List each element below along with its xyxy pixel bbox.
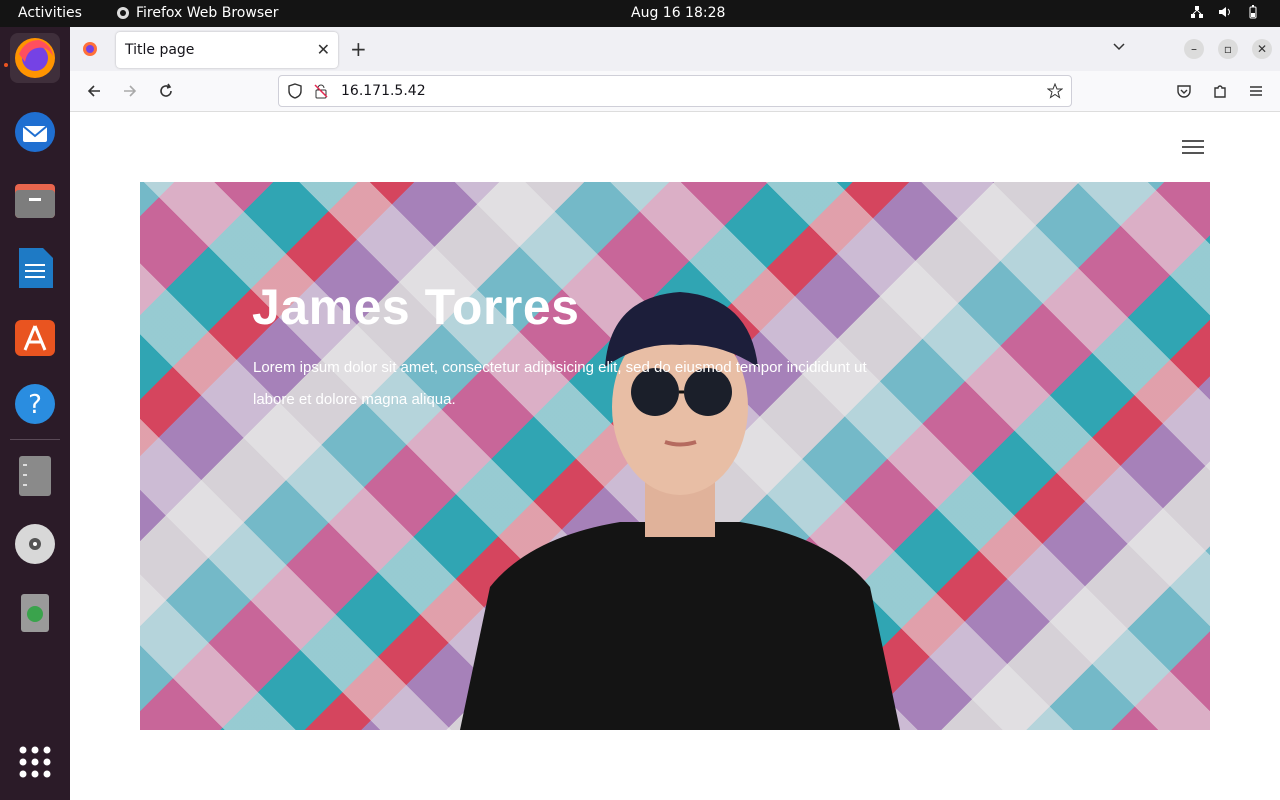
close-tab-icon[interactable]: ✕: [317, 40, 330, 59]
firefox-small-icon: [117, 7, 129, 19]
url-bar[interactable]: 16.171.5.42: [278, 75, 1072, 107]
insecure-lock-icon[interactable]: [313, 83, 329, 103]
dock-help[interactable]: ?: [10, 379, 60, 429]
dock-disc[interactable]: [10, 519, 60, 569]
dock-app-center[interactable]: [10, 311, 60, 361]
navigation-toolbar: 16.171.5.42: [70, 71, 1280, 112]
extensions-button[interactable]: [1208, 79, 1232, 103]
network-icon[interactable]: [1190, 5, 1204, 19]
tab-title-page[interactable]: Title page ✕: [116, 32, 338, 68]
hero-title: James Torres: [252, 279, 580, 335]
minimize-button[interactable]: –: [1184, 39, 1204, 59]
app-name-label: Firefox Web Browser: [136, 5, 279, 21]
hero-banner: James Torres Lorem ipsum dolor sit amet,…: [140, 182, 1210, 730]
help-icon: ?: [15, 384, 55, 424]
list-all-tabs-icon[interactable]: [1112, 39, 1126, 58]
dock-show-apps[interactable]: [10, 737, 60, 787]
new-tab-icon[interactable]: +: [350, 37, 367, 61]
pocket-icon: [1177, 85, 1191, 98]
app-menu-button[interactable]: [1244, 79, 1268, 103]
shield-icon[interactable]: [287, 83, 303, 103]
hamburger-menu-icon: [1250, 86, 1262, 96]
svg-text:?: ?: [28, 390, 42, 420]
forward-arrow-icon: [124, 85, 137, 97]
tab-bar: Title page ✕ + – ▫ ✕: [70, 27, 1280, 71]
dock-text-editor[interactable]: [10, 451, 60, 501]
active-indicator: [4, 63, 8, 67]
bookmark-star-icon[interactable]: [1046, 82, 1064, 103]
puzzle-icon: [1214, 85, 1226, 98]
thunderbird-icon: [15, 112, 55, 152]
pocket-button[interactable]: [1172, 79, 1196, 103]
maximize-button[interactable]: ▫: [1218, 39, 1238, 59]
firefox-icon: [15, 38, 55, 78]
dock-separator: [10, 439, 60, 440]
dock-firefox[interactable]: [10, 33, 60, 83]
dock-trash[interactable]: [10, 587, 60, 637]
volume-icon[interactable]: [1218, 5, 1232, 19]
apps-grid-icon: [19, 746, 51, 778]
reload-button[interactable]: [154, 79, 178, 103]
system-top-bar: Activities Firefox Web Browser Aug 16 18…: [0, 0, 1280, 27]
dock: ?: [0, 27, 70, 800]
close-window-button[interactable]: ✕: [1252, 39, 1272, 59]
browser-window: Title page ✕ + – ▫ ✕ 16.171.5.42 James T…: [70, 27, 1280, 800]
trash-icon: [21, 594, 49, 632]
dock-files[interactable]: [10, 175, 60, 225]
writer-icon: [19, 248, 53, 288]
back-arrow-icon: [87, 85, 100, 97]
disc-icon: [15, 524, 55, 564]
dock-writer[interactable]: [10, 243, 60, 293]
back-button[interactable]: [82, 79, 106, 103]
site-menu-icon[interactable]: [1182, 140, 1204, 154]
url-text[interactable]: 16.171.5.42: [341, 83, 426, 99]
files-icon: [15, 184, 55, 218]
clock[interactable]: Aug 16 18:28: [631, 5, 725, 21]
app-center-icon: [15, 320, 55, 356]
battery-icon[interactable]: [1246, 5, 1260, 19]
forward-button[interactable]: [118, 79, 142, 103]
page-content: James Torres Lorem ipsum dolor sit amet,…: [70, 112, 1280, 800]
tab-title: Title page: [125, 42, 195, 58]
dock-thunderbird[interactable]: [10, 107, 60, 157]
app-menu[interactable]: Firefox Web Browser: [116, 5, 279, 21]
activities-button[interactable]: Activities: [18, 5, 82, 21]
hero-description: Lorem ipsum dolor sit amet, consectetur …: [253, 359, 867, 408]
firefox-view-icon[interactable]: [82, 41, 98, 61]
text-editor-icon: [19, 456, 51, 496]
reload-icon: [160, 83, 172, 97]
system-tray[interactable]: [1190, 5, 1260, 19]
